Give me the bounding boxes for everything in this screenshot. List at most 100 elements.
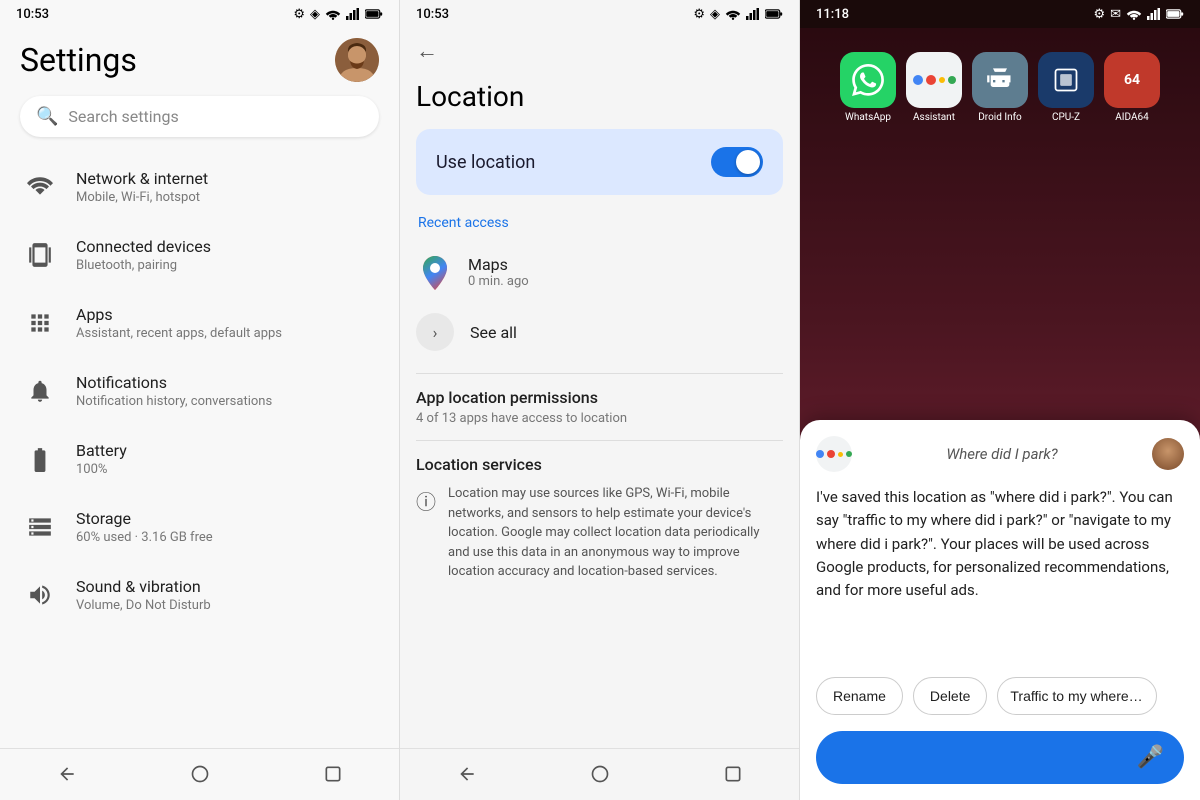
network-subtitle: Mobile, Wi-Fi, hotspot: [76, 190, 208, 205]
assistant-input-bar[interactable]: 🎤: [816, 731, 1184, 784]
assistant-icon: [906, 52, 962, 108]
storage-subtitle: 60% used · 3.16 GB free: [76, 530, 213, 545]
settings-status-share: ◈: [310, 7, 320, 22]
network-text: Network & internet Mobile, Wi-Fi, hotspo…: [76, 169, 208, 205]
nav-back-location[interactable]: [447, 759, 487, 789]
app-whatsapp[interactable]: WhatsApp: [840, 52, 896, 123]
notifications-text: Notifications Notification history, conv…: [76, 373, 272, 409]
battery-subtitle: 100%: [76, 462, 127, 477]
sound-text: Sound & vibration Volume, Do Not Disturb: [76, 577, 211, 613]
nav-home-icon: [190, 764, 210, 784]
settings-item-devices[interactable]: Connected devices Bluetooth, pairing: [0, 221, 399, 289]
settings-item-network[interactable]: Network & internet Mobile, Wi-Fi, hotspo…: [0, 153, 399, 221]
ga-logo-dot-blue: [816, 450, 824, 458]
nav-back-loc-icon: [457, 764, 477, 784]
search-bar[interactable]: 🔍 Search settings: [20, 96, 379, 137]
droid-svg: [986, 66, 1014, 94]
nav-home-settings[interactable]: [180, 759, 220, 789]
location-header: ←: [400, 28, 799, 80]
location-info-box: ⓘ Location may use sources like GPS, Wi-…: [416, 484, 783, 582]
maps-app-name: Maps: [468, 255, 529, 274]
nav-recents-settings[interactable]: [313, 759, 353, 789]
microphone-icon: 🎤: [1137, 745, 1164, 770]
app-aida64[interactable]: 64 AIDA64: [1104, 52, 1160, 123]
loc-signal-icon: [746, 8, 760, 20]
notifications-icon: [20, 371, 60, 411]
location-panel: 10:53 ⚙ ◈ ← Location: [400, 0, 800, 800]
ga-dot-red: [926, 75, 936, 85]
settings-title: Settings: [20, 41, 137, 79]
battery-title: Battery: [76, 441, 127, 460]
sound-title: Sound & vibration: [76, 577, 211, 596]
settings-item-apps[interactable]: Apps Assistant, recent apps, default app…: [0, 289, 399, 357]
maps-text: Maps 0 min. ago: [468, 255, 529, 289]
settings-item-storage[interactable]: Storage 60% used · 3.16 GB free: [0, 493, 399, 561]
ga-dots: [913, 75, 956, 85]
app-cpuz[interactable]: CPU-Z: [1038, 52, 1094, 123]
user-avatar[interactable]: [335, 38, 379, 82]
divider-1: [416, 373, 783, 374]
nav-recents-location[interactable]: [713, 759, 753, 789]
status-time-settings: 10:53: [16, 7, 49, 22]
status-bar-settings: 10:53 ⚙ ◈: [0, 0, 399, 28]
nav-recents-icon: [323, 764, 343, 784]
assistant-query: Where did I park?: [946, 445, 1057, 463]
assistant-message: I've saved this location as "where did i…: [816, 486, 1184, 663]
asst-status-gear: ⚙: [1093, 7, 1105, 22]
apps-text: Apps Assistant, recent apps, default app…: [76, 305, 282, 341]
nav-back-settings[interactable]: [47, 759, 87, 789]
search-placeholder: Search settings: [68, 107, 178, 126]
cpuz-svg: [1052, 66, 1080, 94]
asst-wifi-icon: [1126, 8, 1142, 20]
ga-logo-dot-green: [846, 451, 852, 457]
ga-dot-green: [948, 76, 956, 84]
google-assistant-logo: [816, 436, 852, 472]
rename-button[interactable]: Rename: [816, 677, 903, 715]
sound-subtitle: Volume, Do Not Disturb: [76, 598, 211, 613]
cpuz-label: CPU-Z: [1052, 112, 1080, 123]
whatsapp-svg: [852, 64, 884, 96]
settings-item-notifications[interactable]: Notifications Notification history, conv…: [0, 357, 399, 425]
app-droid-info[interactable]: Droid Info: [972, 52, 1028, 123]
droid-icon: [972, 52, 1028, 108]
wifi-signal-icon: [325, 8, 341, 20]
devices-subtitle: Bluetooth, pairing: [76, 258, 211, 273]
status-bar-assistant: 11:18 ⚙ ✉: [800, 0, 1200, 28]
delete-button[interactable]: Delete: [913, 677, 987, 715]
status-bar-location: 10:53 ⚙ ◈: [400, 0, 799, 28]
maps-recent-item[interactable]: Maps 0 min. ago: [416, 243, 783, 301]
loc-battery-icon: [765, 8, 783, 20]
storage-text: Storage 60% used · 3.16 GB free: [76, 509, 213, 545]
app-assistant[interactable]: Assistant: [906, 52, 962, 123]
back-button-location[interactable]: ←: [416, 38, 438, 64]
status-time-assistant: 11:18: [816, 7, 849, 22]
avatar-svg: [335, 38, 379, 82]
settings-status-gear: ⚙: [293, 7, 305, 22]
search-icon: 🔍: [36, 106, 58, 127]
location-info-text: Location may use sources like GPS, Wi-Fi…: [448, 484, 783, 582]
asst-status-mail: ✉: [1110, 7, 1121, 22]
aida-label: AIDA64: [1115, 112, 1148, 123]
traffic-button[interactable]: Traffic to my where di...: [997, 677, 1157, 715]
settings-item-sound[interactable]: Sound & vibration Volume, Do Not Disturb: [0, 561, 399, 629]
settings-item-battery[interactable]: Battery 100%: [0, 425, 399, 493]
see-all-item[interactable]: › See all: [416, 301, 783, 363]
status-icons-location: ⚙ ◈: [693, 7, 783, 22]
nav-bar-location: [400, 748, 799, 800]
chevron-circle-icon: ›: [416, 313, 454, 351]
loc-status-share: ◈: [710, 7, 720, 22]
nav-home-location[interactable]: [580, 759, 620, 789]
nav-recents-loc-icon: [723, 764, 743, 784]
app-permissions-heading: App location permissions: [416, 388, 783, 407]
status-icons-assistant: ⚙ ✉: [1093, 7, 1184, 22]
notifications-title: Notifications: [76, 373, 272, 392]
use-location-toggle[interactable]: [711, 147, 763, 177]
network-icon: [20, 167, 60, 207]
ga-dot-blue: [913, 75, 923, 85]
sound-icon: [20, 575, 60, 615]
battery-text: Battery 100%: [76, 441, 127, 477]
assistant-label: Assistant: [913, 112, 955, 123]
ga-dot-yellow: [939, 77, 945, 83]
whatsapp-icon: [840, 52, 896, 108]
recent-access-label: Recent access: [416, 215, 783, 231]
